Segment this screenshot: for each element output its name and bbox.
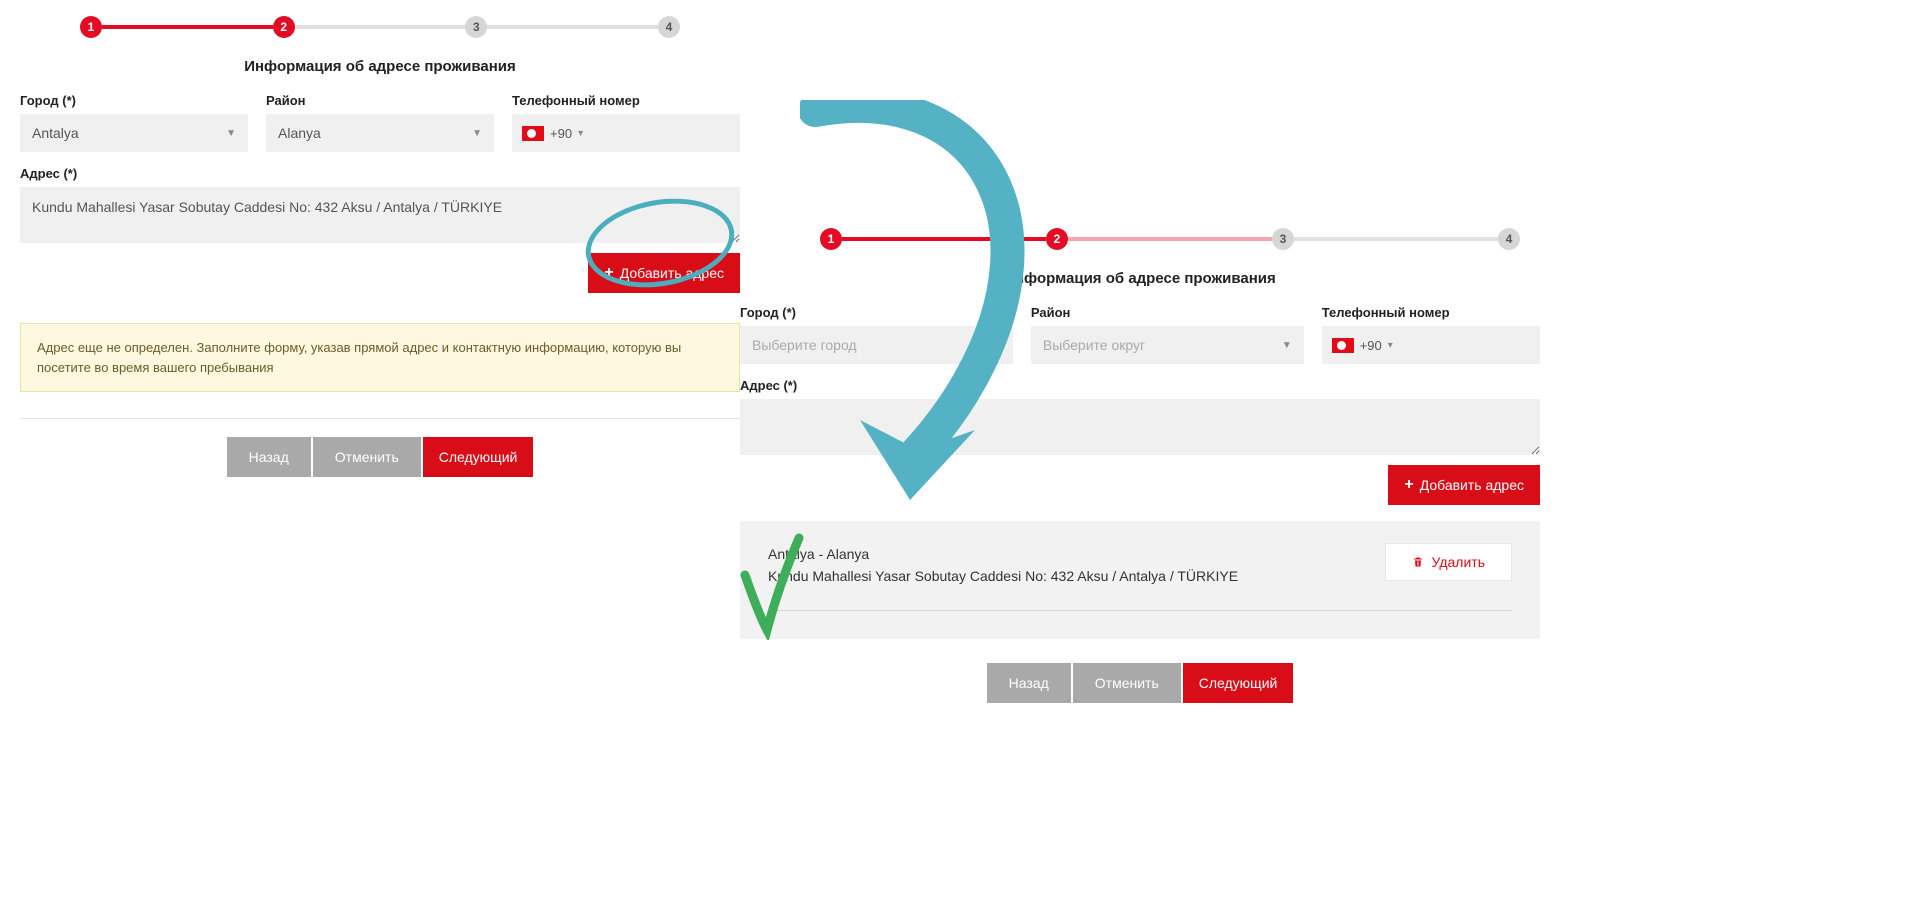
chevron-down-icon: ▼: [472, 128, 482, 139]
address-textarea[interactable]: [20, 187, 740, 243]
stepper: 1 2 3 4: [820, 228, 1520, 250]
chevron-down-icon: ▼: [991, 340, 1001, 351]
step-line: [842, 237, 1046, 241]
next-button[interactable]: Следующий: [423, 437, 534, 477]
step-1: 1: [820, 228, 842, 250]
section-title: Информация об адресе проживания: [20, 58, 740, 75]
turkey-flag-icon: [1332, 338, 1354, 353]
phone-field: Телефонный номер +90 ▾: [1322, 305, 1540, 364]
saved-address-header: Antalya - Alanya: [768, 543, 1238, 565]
city-select[interactable]: Выберите город ▼: [740, 326, 1013, 364]
form-row: Город (*) Antalya ▼ Район Alanya ▼ Телеф…: [20, 93, 740, 152]
district-field: Район Выберите округ ▼: [1031, 305, 1304, 364]
add-address-row: + Добавить адрес: [740, 465, 1540, 505]
cancel-button[interactable]: Отменить: [1073, 663, 1181, 703]
district-field: Район Alanya ▼: [266, 93, 494, 152]
separator: [20, 418, 740, 419]
chevron-down-icon: ▼: [1282, 340, 1292, 351]
form-panel-before: 1 2 3 4 Информация об адресе проживания …: [20, 8, 740, 477]
saved-address-line: Kundu Mahallesi Yasar Sobutay Caddesi No…: [768, 565, 1238, 587]
step-line: [1068, 237, 1272, 241]
chevron-down-icon: ▾: [578, 128, 583, 139]
add-address-button[interactable]: + Добавить адрес: [588, 253, 740, 293]
saved-address-text: Antalya - Alanya Kundu Mahallesi Yasar S…: [768, 543, 1238, 588]
step-line: [1294, 237, 1498, 241]
step-4: 4: [1498, 228, 1520, 250]
saved-separator: [768, 610, 1512, 611]
cancel-button[interactable]: Отменить: [313, 437, 421, 477]
phone-field: Телефонный номер +90 ▾: [512, 93, 740, 152]
district-label: Район: [1031, 305, 1304, 320]
address-textarea[interactable]: [740, 399, 1540, 455]
district-label: Район: [266, 93, 494, 108]
add-address-row: + Добавить адрес: [20, 253, 740, 293]
step-line: [487, 25, 658, 29]
phone-prefix: +90: [1360, 338, 1382, 353]
step-3: 3: [465, 16, 487, 38]
form-panel-after: 1 2 3 4 Информация об адресе проживания …: [740, 220, 1540, 703]
address-field: Адрес (*): [740, 378, 1540, 455]
phone-input[interactable]: +90 ▾: [512, 114, 740, 152]
next-button[interactable]: Следующий: [1183, 663, 1294, 703]
plus-icon: +: [604, 264, 613, 282]
phone-prefix: +90: [550, 126, 572, 141]
city-value: Antalya: [32, 125, 79, 141]
section-title: Информация об адресе проживания: [740, 270, 1540, 287]
add-address-label: Добавить адрес: [620, 265, 724, 281]
address-field: Адрес (*): [20, 166, 740, 243]
delete-button[interactable]: Удалить: [1385, 543, 1512, 581]
add-address-label: Добавить адрес: [1420, 477, 1524, 493]
step-2: 2: [1046, 228, 1068, 250]
saved-address-card: Antalya - Alanya Kundu Mahallesi Yasar S…: [740, 521, 1540, 639]
district-select[interactable]: Выберите округ ▼: [1031, 326, 1304, 364]
city-label: Город (*): [20, 93, 248, 108]
back-button[interactable]: Назад: [227, 437, 311, 477]
stepper: 1 2 3 4: [80, 16, 680, 38]
step-line: [295, 25, 466, 29]
step-2: 2: [273, 16, 295, 38]
footer-buttons: Назад Отменить Следующий: [740, 663, 1540, 703]
step-3: 3: [1272, 228, 1294, 250]
step-1: 1: [80, 16, 102, 38]
chevron-down-icon: ▾: [1388, 340, 1393, 351]
phone-input[interactable]: +90 ▾: [1322, 326, 1540, 364]
delete-label: Удалить: [1432, 554, 1485, 570]
turkey-flag-icon: [522, 126, 544, 141]
add-address-button[interactable]: + Добавить адрес: [1388, 465, 1540, 505]
city-field: Город (*) Выберите город ▼: [740, 305, 1013, 364]
district-placeholder: Выберите округ: [1043, 337, 1145, 353]
step-line: [102, 25, 273, 29]
back-button[interactable]: Назад: [987, 663, 1071, 703]
form-row: Город (*) Выберите город ▼ Район Выберит…: [740, 305, 1540, 364]
district-select[interactable]: Alanya ▼: [266, 114, 494, 152]
city-placeholder: Выберите город: [752, 337, 857, 353]
step-4: 4: [658, 16, 680, 38]
chevron-down-icon: ▼: [226, 128, 236, 139]
city-select[interactable]: Antalya ▼: [20, 114, 248, 152]
city-label: Город (*): [740, 305, 1013, 320]
address-label: Адрес (*): [20, 166, 740, 181]
phone-label: Телефонный номер: [512, 93, 740, 108]
plus-icon: +: [1404, 476, 1413, 494]
address-label: Адрес (*): [740, 378, 1540, 393]
footer-buttons: Назад Отменить Следующий: [20, 437, 740, 477]
warning-alert: Адрес еще не определен. Заполните форму,…: [20, 323, 740, 392]
phone-label: Телефонный номер: [1322, 305, 1540, 320]
trash-icon: [1412, 555, 1424, 569]
city-field: Город (*) Antalya ▼: [20, 93, 248, 152]
district-value: Alanya: [278, 125, 321, 141]
